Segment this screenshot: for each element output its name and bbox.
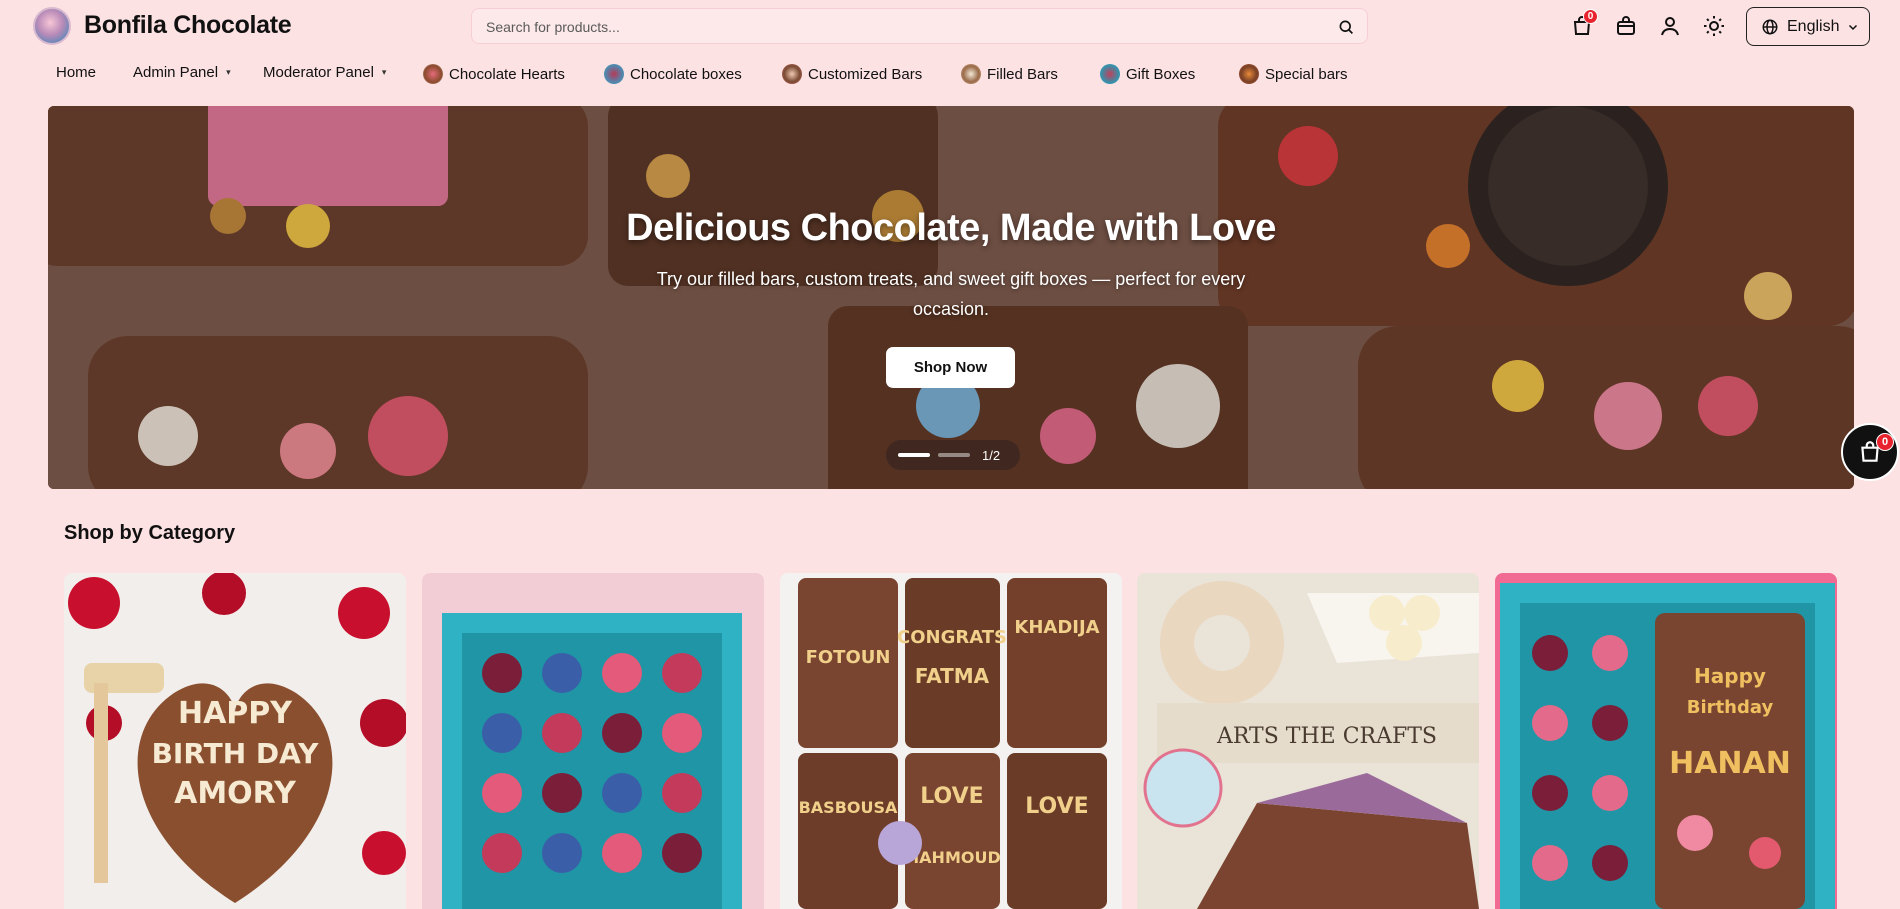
language-label: English <box>1787 17 1840 35</box>
svg-text:FATMA: FATMA <box>915 664 990 688</box>
account-button[interactable] <box>1656 12 1684 40</box>
svg-text:CONGRATS: CONGRATS <box>897 627 1007 648</box>
svg-text:BASBOUSA: BASBOUSA <box>799 798 898 817</box>
slide-indicator: 1/2 <box>982 447 1001 463</box>
nav-chocolate-boxes[interactable]: Chocolate boxes <box>604 64 742 84</box>
category-thumb-icon <box>1239 64 1259 84</box>
theme-toggle[interactable] <box>1700 12 1728 40</box>
bonbon-box-image <box>422 573 764 909</box>
globe-icon <box>1762 19 1778 34</box>
hero-title: Delicious Chocolate, Made with Love <box>626 207 1276 249</box>
nav-label: Admin Panel <box>133 64 219 81</box>
nav-label: Special bars <box>1265 65 1348 83</box>
nav-filled-bars[interactable]: Filled Bars <box>961 64 1058 84</box>
category-card-filled-bar[interactable]: ARTS THE CRAFTS <box>1137 573 1479 909</box>
svg-text:BIRTH DAY: BIRTH DAY <box>152 737 320 770</box>
heart-cake-image: HAPPY BIRTH DAY AMORY <box>64 573 406 909</box>
search-icon[interactable] <box>1337 18 1355 36</box>
svg-text:Happy: Happy <box>1694 664 1766 688</box>
svg-text:KHADIJA: KHADIJA <box>1014 617 1099 638</box>
user-icon <box>1661 17 1679 36</box>
site-header: Bonfila Chocolate Search for products...… <box>0 0 1900 52</box>
slide-dot[interactable] <box>938 453 970 457</box>
nav-label: Moderator Panel <box>263 64 374 81</box>
chevron-down-icon: ▾ <box>226 67 231 77</box>
nav-label: Chocolate Hearts <box>449 65 565 83</box>
filled-bar-image: ARTS THE CRAFTS <box>1137 573 1479 909</box>
main-nav: Home Admin Panel ▾ Moderator Panel ▾ Cho… <box>0 60 1900 88</box>
svg-text:HAPPY: HAPPY <box>178 696 293 731</box>
category-card-gift-box[interactable]: Happy Birthday HANAN <box>1495 573 1837 909</box>
nav-gift-boxes[interactable]: Gift Boxes <box>1100 64 1195 84</box>
svg-text:AMORY: AMORY <box>174 776 297 811</box>
store-icon <box>1617 16 1635 35</box>
svg-text:FOTOUN: FOTOUN <box>806 647 891 668</box>
svg-text:ARTS THE CRAFTS: ARTS THE CRAFTS <box>1216 724 1437 749</box>
hero-banner: Delicious Chocolate, Made with Love Try … <box>48 106 1854 489</box>
shop-now-button[interactable]: Shop Now <box>886 347 1015 388</box>
nav-label: Chocolate boxes <box>630 65 742 83</box>
nav-admin-panel[interactable]: Admin Panel ▾ <box>133 64 231 81</box>
brand-logo[interactable] <box>33 7 71 45</box>
nav-label: Filled Bars <box>987 65 1058 83</box>
floating-cart-badge: 0 <box>1876 433 1894 451</box>
gift-box-image: Happy Birthday HANAN <box>1495 573 1837 909</box>
section-title: Shop by Category <box>64 522 236 544</box>
category-card-custom-bars[interactable]: FOTOUN CONGRATS FATMA KHADIJA BASBOUSA L… <box>780 573 1122 909</box>
category-thumb-icon <box>423 64 443 84</box>
nav-customized-bars[interactable]: Customized Bars <box>782 64 922 84</box>
nav-moderator-panel[interactable]: Moderator Panel ▾ <box>263 64 386 81</box>
brand-name[interactable]: Bonfila Chocolate <box>84 11 292 40</box>
carousel-pager: 1/2 <box>886 440 1020 470</box>
category-thumb-icon <box>782 64 802 84</box>
search-bar[interactable]: Search for products... <box>471 8 1368 44</box>
svg-text:LOVE: LOVE <box>920 784 983 809</box>
nav-label: Customized Bars <box>808 65 923 83</box>
category-thumb-icon <box>604 64 624 84</box>
language-selector[interactable]: English <box>1746 7 1870 46</box>
search-input[interactable]: Search for products... <box>486 19 620 35</box>
nav-special-bars[interactable]: Special bars <box>1239 64 1348 84</box>
category-thumb-icon <box>1100 64 1120 84</box>
svg-text:LOVE: LOVE <box>1025 794 1088 819</box>
category-card-bonbon-box[interactable] <box>422 573 764 909</box>
hero-subtitle: Try our filled bars, custom treats, and … <box>656 269 1246 319</box>
nav-label: Home <box>56 64 97 81</box>
floating-cart-button[interactable]: 0 <box>1841 423 1899 481</box>
nav-home[interactable]: Home <box>56 64 96 81</box>
orders-button[interactable]: 0 <box>1568 9 1598 40</box>
svg-text:HANAN: HANAN <box>1669 746 1791 781</box>
nav-label: Gift Boxes <box>1126 65 1196 83</box>
sun-icon <box>1704 16 1724 36</box>
slide-dot-active[interactable] <box>898 453 930 457</box>
category-card-heart[interactable]: HAPPY BIRTH DAY AMORY <box>64 573 406 909</box>
nav-chocolate-hearts[interactable]: Chocolate Hearts <box>423 64 565 84</box>
category-thumb-icon <box>961 64 981 84</box>
svg-text:Birthday: Birthday <box>1687 697 1774 718</box>
store-button[interactable] <box>1612 12 1640 40</box>
chevron-down-icon <box>1849 24 1858 30</box>
custom-bars-image: FOTOUN CONGRATS FATMA KHADIJA BASBOUSA L… <box>780 573 1122 909</box>
chevron-down-icon: ▾ <box>381 67 387 77</box>
orders-badge: 0 <box>1583 9 1598 24</box>
